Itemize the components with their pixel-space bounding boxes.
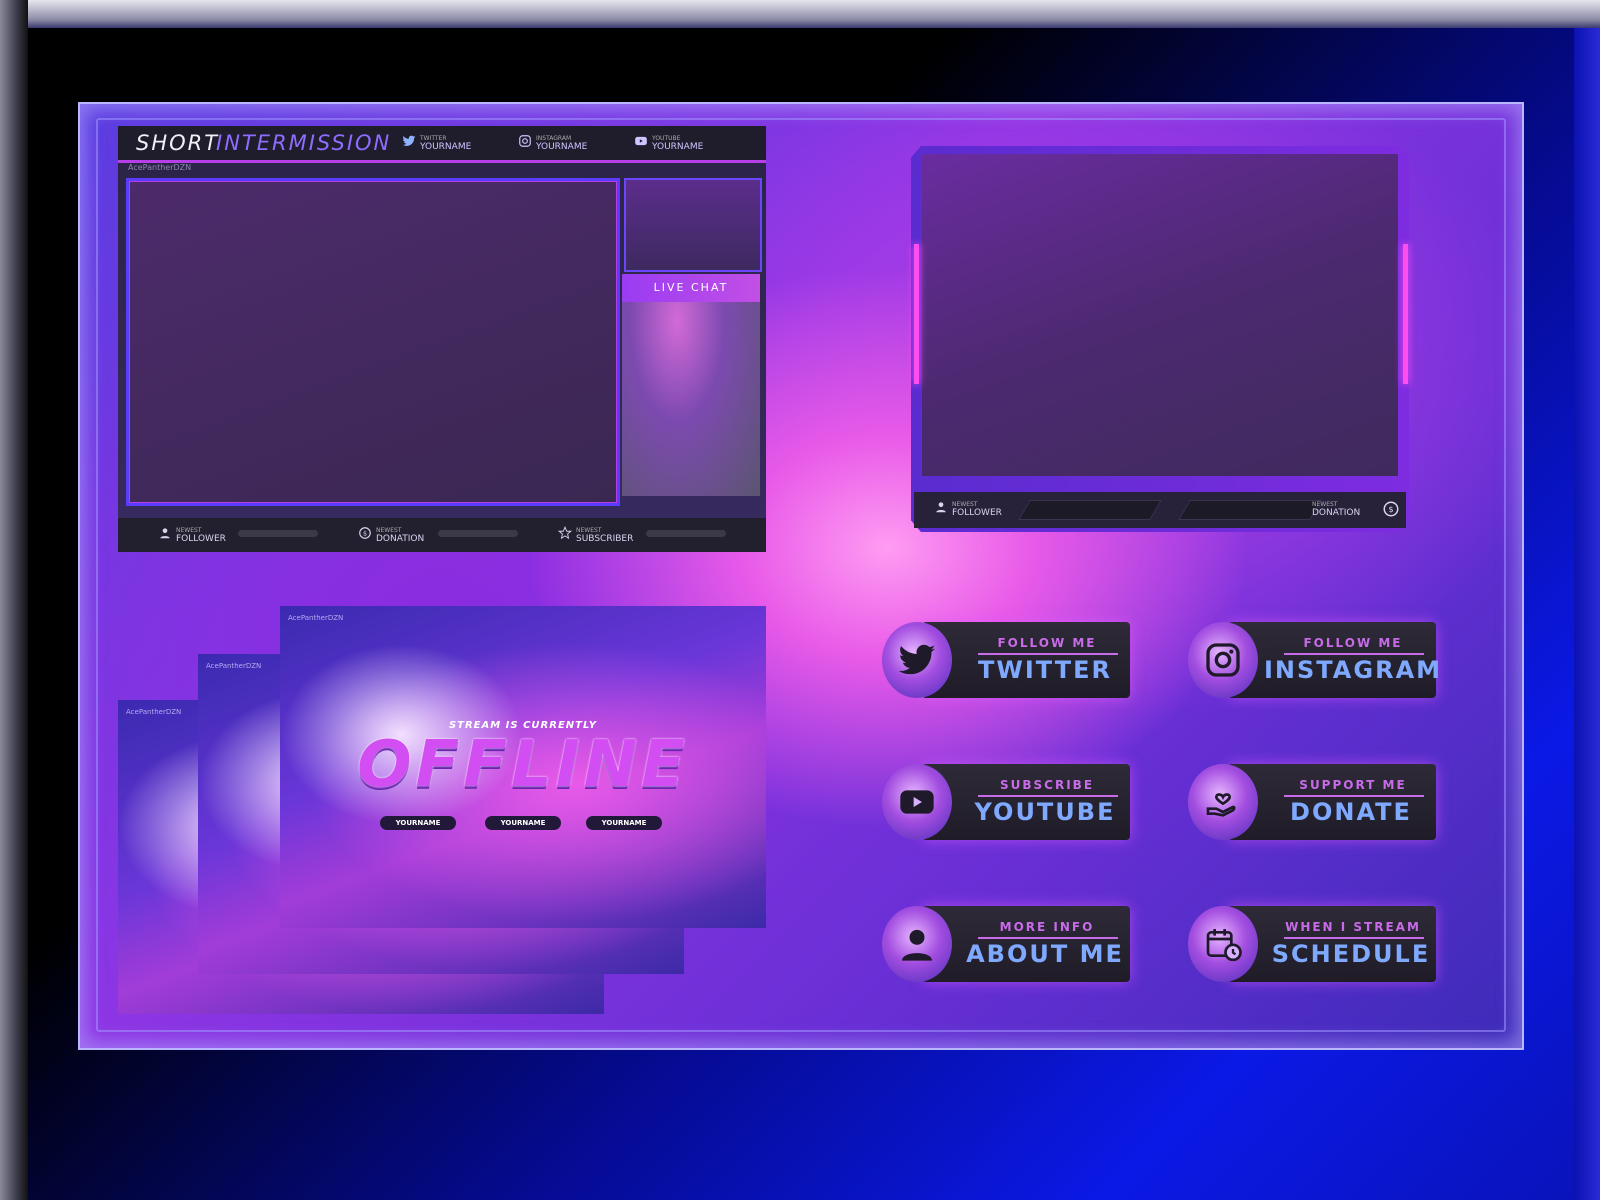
twitter-icon — [898, 644, 936, 675]
frame-bevel-top — [0, 0, 1600, 28]
panel-sub: SUBSCRIBE — [999, 778, 1095, 792]
offline-handle: AcePantherDZN — [126, 708, 182, 716]
stat-name: FOLLOWER — [952, 508, 1002, 518]
user-icon — [160, 528, 170, 539]
panel-icon-circle — [882, 622, 952, 698]
offline-chip-youtube: YOURNAME — [586, 816, 662, 830]
webcam-newest-follower: NEWEST FOLLOWER — [936, 500, 1002, 518]
intermission-main-screen — [126, 178, 620, 506]
panel-sub: MORE INFO — [999, 920, 1095, 934]
panel-main: INSTAGRAM — [1264, 656, 1443, 684]
webcam-screen — [922, 154, 1398, 476]
panel-main: TWITTER — [978, 656, 1112, 684]
intermission-title-short: SHORT — [136, 131, 220, 155]
panel-main: YOUTUBE — [974, 798, 1116, 826]
offline-handle: AcePantherDZN — [288, 614, 344, 622]
intermission-social-youtube: YOUTUBE YOURNAME — [635, 134, 704, 152]
stat-newest-subscriber: NEWEST SUBSCRIBER — [558, 526, 634, 544]
webcam-newest-donation: NEWEST DONATION — [1312, 500, 1360, 518]
stat-bar — [238, 530, 318, 537]
panel-twitter[interactable]: FOLLOW ME TWITTER — [882, 620, 1132, 700]
panel-divider — [978, 937, 1118, 939]
panel-about-me[interactable]: MORE INFO ABOUT ME — [882, 904, 1132, 984]
frame-bevel-right — [1574, 28, 1600, 1200]
panel-youtube[interactable]: SUBSCRIBE YOUTUBE — [882, 762, 1132, 842]
panel-divider — [1284, 937, 1424, 939]
live-chat-header: LIVE CHAT — [622, 274, 760, 302]
panel-icon-circle — [882, 906, 952, 982]
panel-donate[interactable]: SUPPORT ME DONATE — [1188, 762, 1438, 842]
intermission-social-twitter: TWITTER YOURNAME — [402, 134, 472, 152]
intermission-stats-bar: NEWEST FOLLOWER $ NEWEST DONATION NEWEST… — [118, 518, 766, 552]
user-icon — [936, 502, 946, 513]
frame-bevel-left — [0, 0, 28, 1200]
panel-icon-circle — [882, 764, 952, 840]
panel-icon-circle — [1188, 622, 1258, 698]
instagram-icon — [1206, 643, 1240, 677]
panel-main: SCHEDULE — [1271, 940, 1431, 968]
stat-name: DONATION — [1312, 508, 1361, 518]
intermission-header: SHORT INTERMISSION TWITTER YOURNAME INST… — [118, 126, 766, 163]
panel-icon-circle — [1188, 906, 1258, 982]
stat-newest-donation: $ NEWEST DONATION — [359, 526, 425, 544]
stat-newest-follower: NEWEST FOLLOWER — [160, 526, 226, 544]
offline-handle: AcePantherDZN — [206, 662, 262, 670]
panel-main: ABOUT ME — [966, 940, 1124, 968]
panel-divider — [1284, 795, 1424, 797]
social-name: YOURNAME — [420, 142, 472, 152]
intermission-handle: AcePantherDZN — [128, 163, 192, 172]
twitter-icon — [402, 135, 416, 146]
person-icon — [902, 929, 932, 961]
intermission-screen: SHORT INTERMISSION TWITTER YOURNAME INST… — [118, 126, 766, 552]
webcam-bar-right — [1178, 500, 1322, 520]
stat-bar — [438, 530, 518, 537]
svg-text:$: $ — [1388, 504, 1393, 514]
stat-name: DONATION — [376, 534, 425, 544]
svg-text:$: $ — [363, 529, 367, 537]
offline-title: OFFLINE — [357, 728, 689, 802]
stat-bar — [646, 530, 726, 537]
stat-name: SUBSCRIBER — [576, 534, 634, 544]
intermission-social-instagram: INSTAGRAM YOURNAME — [519, 134, 588, 152]
intermission-title-main: INTERMISSION — [216, 131, 392, 155]
panel-divider — [978, 795, 1118, 797]
panel-sub: WHEN I STREAM — [1285, 920, 1421, 934]
dollar-icon: $ — [359, 527, 371, 539]
youtube-icon — [900, 790, 934, 814]
stat-name: FOLLOWER — [176, 534, 226, 544]
offline-chip-instagram: YOURNAME — [485, 816, 561, 830]
webcam-bar-left — [1018, 500, 1162, 520]
dollar-icon: $ — [1383, 501, 1399, 517]
panel-icon-circle — [1188, 764, 1258, 840]
panel-divider — [1284, 653, 1424, 655]
webcam-glow-right — [1403, 244, 1408, 384]
star-icon — [558, 526, 572, 540]
webcam-glow-left — [914, 244, 919, 384]
intermission-webcam-box — [624, 178, 762, 272]
donate-heart-hand-icon — [1206, 793, 1236, 817]
offline-screen-front: AcePantherDZN STREAM IS CURRENTLY OFFLIN… — [280, 606, 766, 928]
social-name: YOURNAME — [652, 142, 704, 152]
live-chat-area — [622, 302, 760, 496]
panel-instagram[interactable]: FOLLOW ME INSTAGRAM — [1188, 620, 1443, 700]
instagram-icon — [519, 135, 531, 147]
social-name: YOURNAME — [536, 142, 588, 152]
panel-sub: FOLLOW ME — [997, 636, 1097, 650]
panel-sub: FOLLOW ME — [1303, 636, 1403, 650]
panel-schedule[interactable]: WHEN I STREAM SCHEDULE — [1188, 904, 1438, 984]
offline-chip-twitter: YOURNAME — [380, 816, 456, 830]
youtube-icon — [635, 136, 647, 146]
webcam-stats-bar: NEWEST FOLLOWER NEWEST DONATION $ — [914, 492, 1406, 528]
calendar-clock-icon — [1206, 929, 1242, 962]
panel-divider — [978, 653, 1118, 655]
panel-sub: SUPPORT ME — [1299, 778, 1407, 792]
panel-main: DONATE — [1290, 798, 1412, 826]
